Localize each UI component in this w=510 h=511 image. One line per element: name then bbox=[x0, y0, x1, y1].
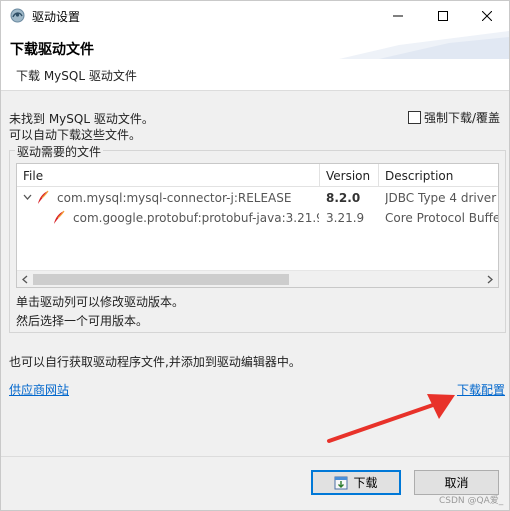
file-version[interactable]: 3.21.9 bbox=[326, 211, 364, 225]
vendor-site-link[interactable]: 供应商网站 bbox=[9, 381, 69, 398]
chevron-right-icon bbox=[487, 275, 493, 284]
column-separator bbox=[319, 164, 320, 187]
manual-driver-info: 也可以自行获取驱动程序文件,并添加到驱动编辑器中。 bbox=[9, 355, 301, 369]
maximize-button[interactable] bbox=[420, 1, 465, 31]
file-name: com.mysql:mysql-connector-j:RELEASE bbox=[57, 191, 292, 205]
horizontal-scrollbar[interactable] bbox=[17, 270, 498, 287]
file-version[interactable]: 8.2.0 bbox=[326, 191, 360, 205]
maximize-icon bbox=[437, 11, 448, 21]
watermark-text: CSDN @QA爱_ bbox=[439, 496, 504, 506]
banner-title: 下载驱动文件 bbox=[10, 42, 94, 58]
header-banner: 下载驱动文件 下载 MySQL 驱动文件 bbox=[1, 31, 509, 91]
column-header-description[interactable]: Description bbox=[385, 169, 453, 183]
banner-subtitle: 下载 MySQL 驱动文件 bbox=[16, 69, 137, 83]
force-download-label: 强制下载/覆盖 bbox=[424, 111, 501, 125]
driver-files-tree[interactable]: File Version Description com.mysql:mysql… bbox=[16, 163, 499, 288]
force-download-checkbox[interactable]: 强制下载/覆盖 bbox=[408, 109, 500, 126]
title-bar: 驱动设置 bbox=[1, 1, 509, 31]
footer-separator bbox=[1, 456, 509, 457]
file-description: JDBC Type 4 driver bbox=[385, 191, 497, 205]
tree-header: File Version Description bbox=[17, 164, 498, 187]
download-icon bbox=[334, 476, 348, 489]
auto-download-message: 可以自动下载这些文件。 bbox=[9, 128, 142, 142]
maven-feather-icon bbox=[38, 190, 49, 204]
scroll-right-button[interactable] bbox=[482, 271, 498, 287]
version-hint-1: 单击驱动列可以修改驱动版本。 bbox=[16, 295, 185, 309]
column-header-version[interactable]: Version bbox=[326, 169, 370, 183]
download-button[interactable]: 下载 bbox=[311, 470, 401, 495]
banner-decoration bbox=[339, 31, 509, 59]
cancel-button[interactable]: 取消 bbox=[414, 470, 499, 495]
file-name: com.google.protobuf:protobuf-java:3.21.9 bbox=[73, 211, 319, 225]
column-header-file[interactable]: File bbox=[23, 169, 43, 183]
version-hint-2: 然后选择一个可用版本。 bbox=[16, 314, 149, 328]
close-button[interactable] bbox=[464, 1, 509, 31]
app-icon bbox=[10, 8, 25, 23]
scrollbar-thumb[interactable] bbox=[33, 274, 289, 285]
download-button-label: 下载 bbox=[353, 476, 378, 490]
chevron-down-icon[interactable] bbox=[23, 194, 32, 201]
column-separator bbox=[378, 164, 379, 187]
annotation-arrow-icon bbox=[327, 394, 455, 443]
scroll-left-button[interactable] bbox=[17, 271, 33, 287]
checkbox-box[interactable] bbox=[408, 111, 421, 124]
driver-settings-window: 驱动设置 下载驱动文件 下载 MySQL 驱动文件 未找到 MySQL 驱动文件… bbox=[0, 0, 510, 511]
group-legend: 驱动需要的文件 bbox=[15, 143, 104, 160]
tree-row-protobuf[interactable]: com.google.protobuf:protobuf-java:3.21.9… bbox=[17, 208, 498, 228]
chevron-left-icon bbox=[22, 275, 28, 284]
minimize-button[interactable] bbox=[375, 1, 420, 31]
not-found-message: 未找到 MySQL 驱动文件。 bbox=[9, 112, 154, 126]
close-icon bbox=[481, 11, 492, 21]
maven-feather-icon bbox=[54, 210, 65, 224]
minimize-icon bbox=[392, 15, 403, 17]
tree-row-mysql-connector[interactable]: com.mysql:mysql-connector-j:RELEASE 8.2.… bbox=[17, 188, 498, 208]
window-title: 驱动设置 bbox=[32, 10, 81, 24]
file-description: Core Protocol Buffe bbox=[385, 211, 498, 225]
cancel-button-label: 取消 bbox=[444, 476, 469, 490]
download-config-link[interactable]: 下载配置 bbox=[457, 381, 505, 398]
